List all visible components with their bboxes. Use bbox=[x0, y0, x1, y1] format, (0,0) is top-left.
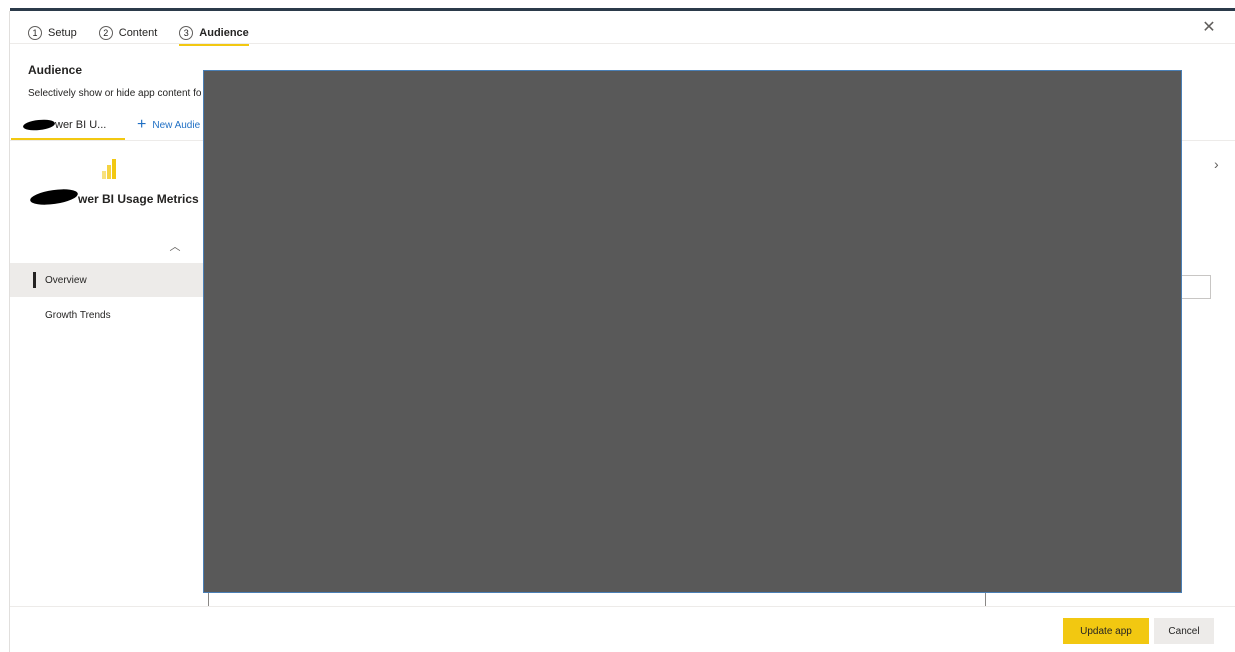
page-description: Selectively show or hide app content fo bbox=[28, 88, 202, 99]
selected-marker bbox=[33, 272, 36, 288]
redaction-mark bbox=[22, 118, 56, 132]
settings-input[interactable] bbox=[1182, 275, 1211, 299]
audience-tab-label: wer BI U... bbox=[55, 119, 107, 131]
footer-divider bbox=[10, 606, 1235, 607]
update-app-button[interactable]: Update app bbox=[1063, 618, 1149, 644]
powerbi-logo-icon bbox=[102, 159, 118, 179]
new-audience-button[interactable]: + New Audie bbox=[137, 116, 200, 134]
nav-item-label: Overview bbox=[45, 274, 87, 286]
step-audience[interactable]: 3 Audience bbox=[179, 22, 249, 46]
step-label: Audience bbox=[199, 27, 249, 39]
redaction-mark bbox=[29, 186, 79, 208]
step-number: 3 bbox=[179, 26, 194, 40]
step-label: Content bbox=[118, 27, 158, 39]
step-label: Setup bbox=[48, 27, 77, 39]
audience-tab[interactable]: wer BI U... bbox=[11, 114, 125, 140]
new-audience-label: New Audie bbox=[152, 119, 201, 131]
chevron-up-icon[interactable]: ︿ bbox=[168, 238, 182, 253]
close-icon[interactable]: ✕ bbox=[1200, 19, 1218, 37]
step-number: 2 bbox=[98, 26, 113, 40]
header-divider bbox=[10, 43, 1235, 44]
cancel-button[interactable]: Cancel bbox=[1154, 618, 1214, 644]
page-title: Audience bbox=[28, 63, 83, 77]
app-name: wer BI Usage Metrics bbox=[78, 192, 199, 206]
column-divider bbox=[208, 593, 209, 606]
nav-item-growth-trends[interactable]: Growth Trends bbox=[10, 298, 203, 332]
column-divider bbox=[985, 593, 986, 606]
nav-item-overview[interactable]: Overview bbox=[10, 263, 203, 297]
nav-item-label: Growth Trends bbox=[45, 309, 111, 321]
step-content[interactable]: 2 Content bbox=[98, 22, 158, 44]
step-setup[interactable]: 1 Setup bbox=[28, 22, 77, 44]
chevron-right-icon[interactable]: › bbox=[1214, 155, 1228, 173]
step-number: 1 bbox=[28, 26, 42, 40]
window-top-border bbox=[0, 0, 1235, 11]
redacted-content-overlay bbox=[203, 70, 1182, 593]
plus-icon: + bbox=[137, 116, 147, 133]
wizard-stepper: 1 Setup 2 Content 3 Audience bbox=[28, 22, 271, 46]
